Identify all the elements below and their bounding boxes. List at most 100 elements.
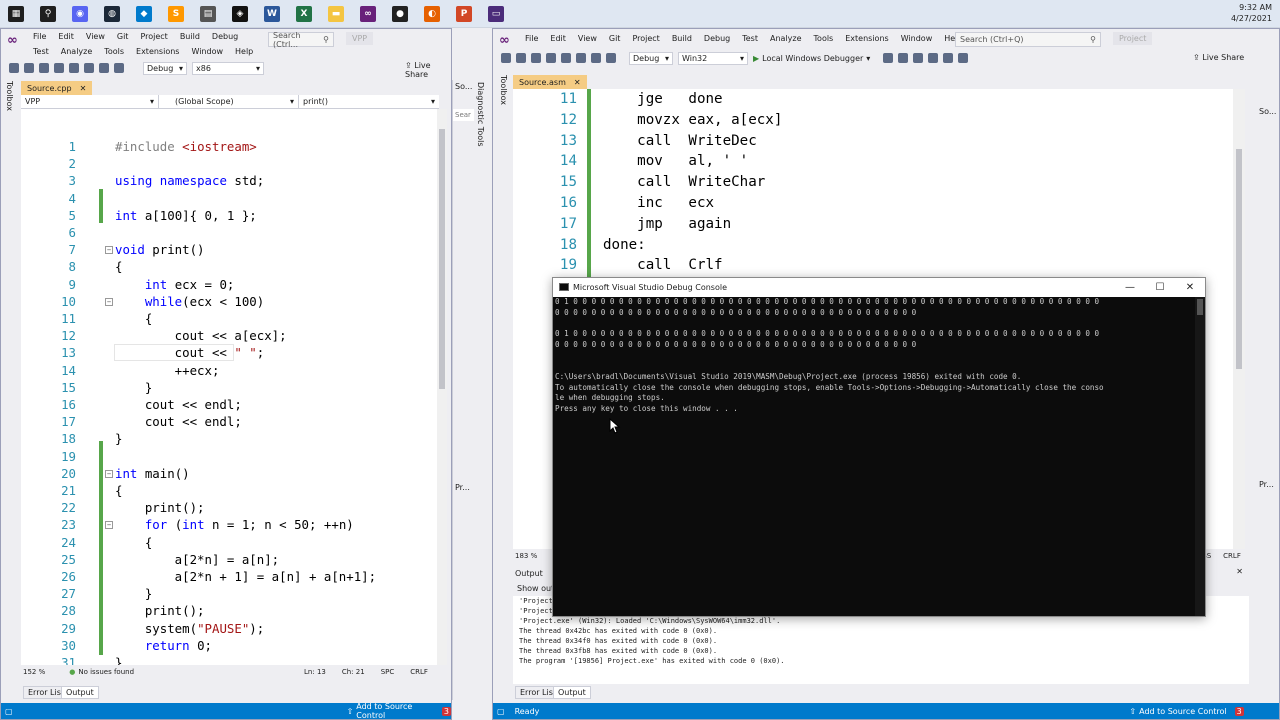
left-code-editor[interactable]: 1 #include <iostream> 2 3 using namespace st… <box>21 109 447 665</box>
right-live-share-button[interactable]: ⇪ Live Share <box>1193 53 1244 62</box>
toolbar-tool-icon[interactable] <box>913 53 924 63</box>
folder-icon[interactable]: ▬ <box>320 0 352 28</box>
new-item-icon[interactable] <box>39 63 49 73</box>
menu-build[interactable]: Build <box>666 32 698 45</box>
fold-toggle-icon[interactable]: − <box>105 469 113 478</box>
toolbar-tool-icon[interactable] <box>883 53 894 63</box>
sublime-icon[interactable]: S <box>160 0 192 28</box>
menu-extensions[interactable]: Extensions <box>839 32 894 45</box>
left-toolbox-strip[interactable]: Toolbox <box>5 79 19 639</box>
side-tab-solution[interactable]: So... <box>453 80 474 93</box>
save-all-icon[interactable] <box>576 53 586 63</box>
menu-tools[interactable]: Tools <box>808 32 840 45</box>
left-add-source-control[interactable]: Add to Source Control <box>356 702 434 719</box>
fold-toggle-icon[interactable]: − <box>105 246 113 255</box>
menu-window[interactable]: Window <box>895 32 939 45</box>
menu-git[interactable]: Git <box>603 32 627 45</box>
menu-file[interactable]: File <box>519 32 544 45</box>
open-icon[interactable] <box>54 63 64 73</box>
right-add-source-control[interactable]: Add to Source Control <box>1139 707 1227 716</box>
right-side-tab-properties[interactable]: Pr... <box>1257 478 1279 491</box>
redo-icon[interactable] <box>606 53 616 63</box>
menu-debug[interactable]: Debug <box>206 30 244 43</box>
new-item-icon[interactable] <box>531 53 541 63</box>
console-scroll-thumb[interactable] <box>1197 299 1203 315</box>
excel-icon[interactable]: X <box>288 0 320 28</box>
toolbar-tool-icon[interactable] <box>928 53 939 63</box>
right-search-box[interactable]: Search (Ctrl+Q) ⚲ <box>955 32 1101 47</box>
diagnostic-tools-strip[interactable]: Diagnostic Tools <box>476 80 490 160</box>
discord-icon[interactable]: ◉ <box>64 0 96 28</box>
left-platform-select[interactable]: x86 ▾ <box>192 61 264 75</box>
windows-start-icon[interactable]: ▦ <box>0 0 32 28</box>
menu-analyze[interactable]: Analyze <box>764 32 808 45</box>
right-toolbox-strip[interactable]: Toolbox <box>499 73 513 633</box>
save-icon[interactable] <box>69 63 79 73</box>
forward-icon[interactable] <box>24 63 34 73</box>
forward-icon[interactable] <box>516 53 526 63</box>
menu-view[interactable]: View <box>80 30 111 43</box>
console-scrollbar[interactable] <box>1195 297 1205 616</box>
close-icon[interactable]: ✕ <box>80 84 87 93</box>
right-config-select[interactable]: Debug ▾ <box>629 51 673 65</box>
menu-git[interactable]: Git <box>111 30 135 43</box>
vscode-icon[interactable]: ◆ <box>128 0 160 28</box>
left-search-box[interactable]: Search (Ctrl... ⚲ <box>268 31 334 49</box>
side-tab-properties[interactable]: Pr... <box>453 481 474 494</box>
menu-view[interactable]: View <box>572 32 603 45</box>
open-icon[interactable] <box>546 53 556 63</box>
back-icon[interactable] <box>9 63 19 73</box>
menu-tools[interactable]: Tools <box>98 45 130 58</box>
maximize-button[interactable]: ☐ <box>1145 278 1175 297</box>
notification-icon[interactable]: 3 <box>1234 706 1244 716</box>
console-title-bar[interactable]: Microsoft Visual Studio Debug Console — … <box>553 278 1205 297</box>
doc-tab-source-cpp[interactable]: Source.cpp ✕ <box>21 81 93 95</box>
back-icon[interactable] <box>501 53 511 63</box>
powerpoint-icon[interactable]: P <box>448 0 480 28</box>
menu-debug[interactable]: Debug <box>698 32 736 45</box>
menu-extensions[interactable]: Extensions <box>130 45 185 58</box>
right-toolbox-tab[interactable]: Toolbox <box>499 73 508 105</box>
left-config-select[interactable]: Debug ▾ <box>143 61 187 75</box>
menu-project[interactable]: Project <box>626 32 665 45</box>
firefox-icon[interactable]: ◐ <box>416 0 448 28</box>
menu-project[interactable]: Project <box>134 30 173 43</box>
menu-analyze[interactable]: Analyze <box>55 45 99 58</box>
right-platform-select[interactable]: Win32 ▾ <box>678 51 748 65</box>
nav-project-select[interactable]: VPP ▾ <box>21 94 159 109</box>
obs-icon[interactable]: ● <box>384 0 416 28</box>
right-tab-output[interactable]: Output <box>553 686 591 699</box>
nav-member-select[interactable]: print() ▾ <box>299 95 439 109</box>
menu-edit[interactable]: Edit <box>544 32 572 45</box>
toolbar-tool-icon[interactable] <box>898 53 909 63</box>
menu-build[interactable]: Build <box>174 30 206 43</box>
console-output[interactable]: 0 1 0 0 0 0 0 0 0 0 0 0 0 0 0 0 0 0 0 0 … <box>554 297 1195 616</box>
word-icon[interactable]: W <box>256 0 288 28</box>
undo-icon[interactable] <box>99 63 109 73</box>
undo-icon[interactable] <box>591 53 601 63</box>
search-icon[interactable]: ⚲ <box>32 0 64 28</box>
app-diamond-icon[interactable]: ◈ <box>224 0 256 28</box>
save-icon[interactable] <box>561 53 571 63</box>
left-toolbox-tab[interactable]: Toolbox <box>5 79 14 111</box>
nav-scope-select[interactable]: (Global Scope) ▾ <box>159 94 299 109</box>
diagnostic-tools-tab[interactable]: Diagnostic Tools <box>476 80 485 147</box>
right-zoom-level[interactable]: 183 % <box>515 552 537 560</box>
doc-tab-source-asm[interactable]: Source.asm ✕ <box>513 75 587 89</box>
menu-test[interactable]: Test <box>736 32 764 45</box>
left-tab-output[interactable]: Output <box>61 686 99 699</box>
left-zoom-level[interactable]: 152 % <box>23 668 45 676</box>
fold-toggle-icon[interactable]: − <box>105 521 113 530</box>
menu-file[interactable]: File <box>27 30 52 43</box>
right-side-tab-solution[interactable]: So... <box>1257 105 1279 118</box>
toolbar-tool-icon[interactable] <box>943 53 954 63</box>
save-all-icon[interactable] <box>84 63 94 73</box>
menu-edit[interactable]: Edit <box>52 30 80 43</box>
side-search[interactable]: Sear <box>453 109 474 121</box>
right-start-debugger-button[interactable]: ▶ Local Windows Debugger ▾ <box>753 54 870 63</box>
terminal-icon[interactable]: ▭ <box>480 0 512 28</box>
fold-toggle-icon[interactable]: − <box>105 297 113 306</box>
menu-test[interactable]: Test <box>27 45 55 58</box>
notification-icon[interactable]: 3 <box>441 706 451 716</box>
visual-studio-icon[interactable]: ∞ <box>352 0 384 28</box>
